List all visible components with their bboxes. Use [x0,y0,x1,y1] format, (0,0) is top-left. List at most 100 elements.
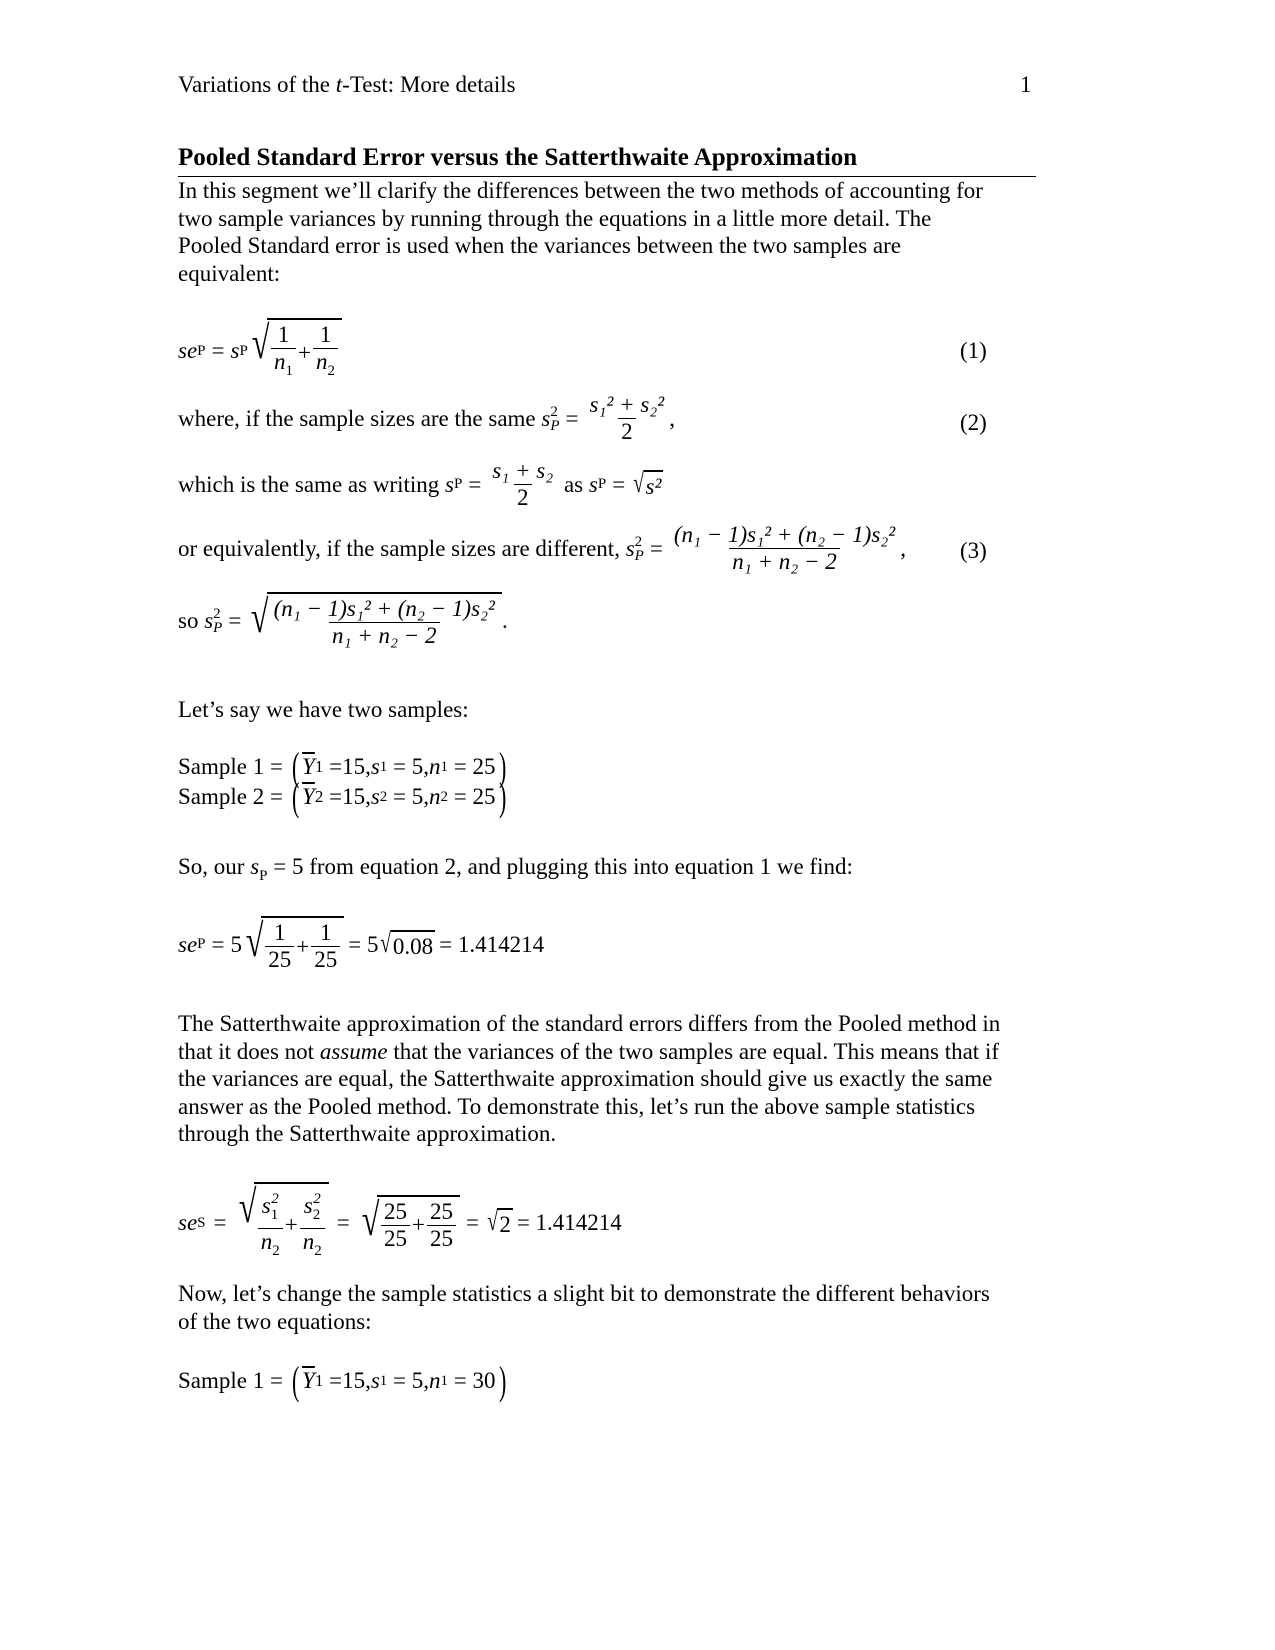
sample-row: Sample 1 = (Y 1 = 15, s 1 = 5,n1 = 25) [178,744,506,789]
satterthwaite-equation: se S = √ s12 n2 + s22 n2 = √ 25 25 + 25 25 = … [178,1182,622,1264]
numerator: 1 [274,920,286,945]
equals-sign: = [565,405,579,431]
plus-sign: + [296,933,310,959]
sample-label: Sample 2 = [178,784,289,809]
denominator: n2 [299,1228,325,1264]
satterthwaite-paragraph: The Satterthwaite approximation of the s… [178,1010,1048,1148]
radical-sign: √ [251,591,269,642]
radical-sign: √ [238,1181,256,1232]
sample-sd: 5 [411,1368,424,1393]
fraction: 1 n2 [313,322,339,384]
equation-number-2: (2) [960,410,987,435]
paragraph-line: of the two equations: [178,1308,372,1334]
paragraph-line: answer as the Pooled method. To demonstr… [178,1093,976,1119]
sample-mean: 15 [342,754,366,779]
sample-n: 25 [472,784,496,809]
pooled-result-value: = 1.414214 [439,931,545,957]
radical-sign: √ [633,467,645,499]
equals-sign: = [211,931,225,957]
period: . [501,607,508,633]
equals-sign: = [336,1210,350,1235]
ybar: Y [302,1368,315,1393]
denominator: 2 [618,418,636,445]
close-paren: ) [498,774,506,819]
fraction: 1 25 [311,920,341,973]
square-root: √ s12 n2 + s22 n2 [235,1182,329,1264]
se-symbol: se [178,1210,198,1235]
plus-sign: + [411,1212,425,1237]
fraction: s22 n2 [299,1186,325,1264]
open-paren: ( [291,1358,300,1403]
eq2b-lhs-sub: P [453,476,463,492]
equals-sign: = [228,607,242,633]
pooled-result-text: So, our sP = 5 from equation 2, and plug… [178,854,853,885]
numerator: s22 [303,1191,321,1223]
paragraph-line: through the Satterthwaite approximation. [178,1121,557,1146]
eq3b-scripts: 2P [213,605,223,636]
square-root: √ (n₁ − 1)s₁² + (n₂ − 1)s₂² n₁ + n₂ − 2 [247,592,502,649]
eq1-s: s [230,338,240,363]
plus-sign: + [298,340,312,365]
radicand: 0.08 [390,929,436,960]
eq2-scripts: 2P [550,403,560,434]
denominator: 25 [380,1224,410,1252]
fraction: 1 25 [265,920,295,973]
se-sub: P [197,936,206,952]
close-paren: ) [498,1358,506,1403]
page-number: 1 [1020,72,1032,97]
se-sub: S [197,1214,206,1231]
ybar: Y [302,754,315,779]
mid-value: = 5 [348,931,379,957]
numerator: s12 [261,1191,279,1223]
equation-number-1: (1) [960,338,987,363]
denominator: n₁ + n₂ − 2 [729,548,840,575]
se-symbol: se [178,931,198,957]
sample-row: Sample 1 = (Y 1 = 15, s 1 = 5,n1 = 30) [178,1358,506,1403]
running-title: Variations of the [178,72,336,97]
intro-line: Pooled Standard error is used when the v… [178,233,901,258]
lead-pre: So, our [178,854,251,879]
eq3b-lhs: s [204,607,214,633]
fraction: 25 25 [426,1198,456,1252]
comma: , [900,535,906,561]
emphasis-assume: assume [319,1038,388,1064]
sample-sd: 5 [411,754,424,779]
radical-sign: √ [380,927,392,959]
numerator: 1 [277,322,290,347]
equation-3b: so s2P = √ (n₁ − 1)s₁² + (n₂ − 1)s₂² n₁ + … [178,592,508,649]
square-root: √ 1 n1 + 1 n2 [248,318,343,384]
equation-2b: which is the same as writing sP = s₁ + s… [178,458,664,511]
sample-sd: 5 [411,784,424,809]
equals-sign: = [468,471,482,497]
sample-list-b: Sample 1 = (Y 1 = 15, s 1 = 5,n1 = 30) [178,1358,509,1403]
paragraph-line: that it does not assume that the varianc… [178,1038,999,1064]
change-paragraph: Now, let’s change the sample statistics … [178,1280,1048,1335]
sample-n: 30 [472,1368,496,1393]
fraction: s₁² + s₂² 2 [586,392,667,445]
equation-3: or equivalently, if the sample sizes are… [178,522,906,575]
coef: 5 [230,931,243,957]
equation-number-3: (3) [960,538,987,563]
ybar: Y [302,784,315,809]
eq2b-lead: which is the same as writing [178,471,446,497]
sample-label: Sample 1 = [178,754,289,779]
denominator: 25 [426,1224,456,1252]
radical-sign: √ [245,915,264,966]
equals-sign: = [649,535,663,561]
eq2-lhs: s [541,405,551,431]
square-root: √ 25 25 + 25 25 [358,1194,460,1252]
open-paren: ( [291,774,300,819]
lead-post: from equation 2, and plugging this into … [303,854,853,879]
fraction: (n₁ − 1)s₁² + (n₂ − 1)s₂² n₁ + n₂ − 2 [671,522,898,575]
equation-1: se P = sP √ 1 n1 + 1 n2 [178,318,343,384]
fraction: (n₁ − 1)s₁² + (n₂ − 1)s₂² n₁ + n₂ − 2 [271,596,498,649]
numerator: 25 [429,1198,453,1224]
fraction: s₁ + s₂ 2 [489,458,556,511]
fraction: 1 n1 [271,322,297,384]
paragraph-line: The Satterthwaite approximation of the s… [178,1011,1001,1036]
running-header: Variations of the t-Test: More details [178,72,516,98]
sample-label: Sample 1 = [178,1368,289,1393]
denominator: n1 [271,348,297,384]
denominator: n2 [257,1228,283,1264]
intro-line: In this segment we’ll clarify the differ… [178,178,983,203]
